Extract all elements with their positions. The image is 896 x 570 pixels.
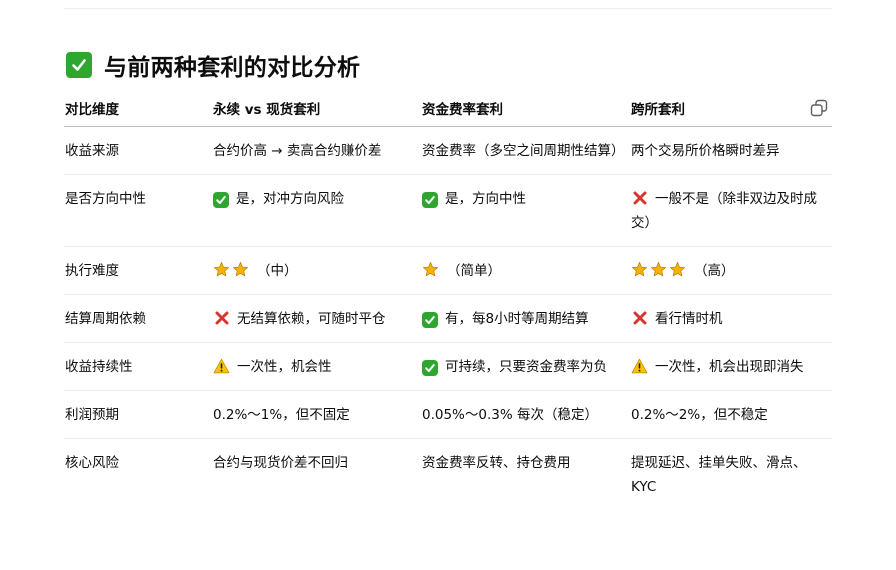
star-icon (631, 261, 648, 278)
cell-text: 无结算依赖，可随时平仓 (237, 311, 386, 327)
table-cell: 看行情时机 (631, 294, 832, 343)
star-rating (631, 261, 688, 278)
table-cell: （中） (213, 246, 422, 295)
comparison-table: 对比维度 永续 vs 现货套利 资金费率套利 跨所套利 收益来源 合约价高 → 卖… (64, 90, 832, 510)
cell-text: 0.2%～1%，但不固定 (213, 407, 350, 423)
warning-icon (213, 358, 230, 375)
cell-text: 可持续，只要资金费率为负 (445, 359, 607, 375)
cell-text: 看行情时机 (655, 311, 723, 327)
row-dimension: 核心风险 (65, 455, 119, 471)
page: 与前两种套利的对比分析 对比维度 永续 vs 现货套利 资金费率套利 跨所套利 … (0, 0, 896, 570)
table-header-row: 对比维度 永续 vs 现货套利 资金费率套利 跨所套利 (64, 90, 832, 127)
table-cell: 一次性，机会性 (213, 342, 422, 391)
star-icon (650, 261, 667, 278)
check-mark-icon (213, 192, 229, 208)
cell-text: 一次性，机会性 (237, 359, 332, 375)
row-dimension: 是否方向中性 (64, 174, 213, 247)
star-icon (669, 261, 686, 278)
table-cell: 无结算依赖，可随时平仓 (213, 294, 422, 343)
table-cell: 可持续，只要资金费率为负 (422, 342, 631, 391)
table-cell: 提现延迟、挂单失败、滑点、KYC (631, 439, 832, 511)
section-title: 与前两种套利的对比分析 (104, 55, 361, 81)
cell-text: （中） (257, 263, 298, 279)
star-icon (422, 261, 439, 278)
cell-text: 两个交易所价格瞬时差异 (631, 143, 780, 159)
cross-mark-icon (631, 190, 648, 207)
star-icon (213, 261, 230, 278)
check-mark-icon (422, 360, 438, 376)
table-row: 核心风险 合约与现货价差不回归 资金费率反转、持仓费用 提现延迟、挂单失败、滑点、KY… (64, 439, 832, 511)
cell-text: （高） (694, 263, 735, 279)
table-cell: 0.2%～2%，但不稳定 (631, 390, 832, 439)
column-header: 资金费率套利 (422, 90, 631, 127)
check-mark-icon (422, 312, 438, 328)
cell-text: 一般不是（除非双边及时成交） (631, 191, 817, 231)
row-dimension: 利润预期 (64, 390, 213, 439)
star-rating (422, 261, 441, 278)
cell-text: 资金费率（多空之间周期性结算） (422, 143, 625, 159)
cell-text: 有，每8小时等周期结算 (445, 311, 589, 327)
cell-text: 提现延迟、挂单失败、滑点、KYC (631, 455, 807, 495)
table-cell: 资金费率反转、持仓费用 (422, 439, 631, 511)
table-row: 利润预期 0.2%～1%，但不固定 0.05%～0.3% 每次（稳定） 0.2%～2%… (64, 390, 832, 439)
table-row: 收益持续性 一次性，机会性 可持续，只要资金费率为负 一次性，机会出现即消失 (64, 342, 832, 391)
star-rating (213, 261, 251, 278)
cell-text: 是，对冲方向风险 (236, 191, 344, 207)
cell-text: 0.05%～0.3% 每次（稳定） (422, 407, 598, 423)
check-mark-icon (422, 192, 438, 208)
section-heading: 与前两种套利的对比分析 (66, 48, 360, 82)
table-cell: 一次性，机会出现即消失 (631, 342, 832, 391)
column-header: 跨所套利 (631, 90, 832, 127)
divider (64, 8, 832, 9)
table-cell: 0.2%～1%，但不固定 (213, 390, 422, 439)
table-cell: 一般不是（除非双边及时成交） (631, 174, 832, 247)
cross-mark-icon (631, 310, 648, 327)
row-dimension: 结算周期依赖 (64, 294, 213, 343)
table-cell: 是，对冲方向风险 (213, 174, 422, 247)
warning-icon (631, 358, 648, 375)
table-cell: 0.05%～0.3% 每次（稳定） (422, 390, 631, 439)
star-icon (232, 261, 249, 278)
table-row: 执行难度 （中） （简单） （高） (64, 246, 832, 295)
table-cell: （高） (631, 246, 832, 295)
cell-text: 0.2%～2%，但不稳定 (631, 407, 768, 423)
cell-text: 资金费率反转、持仓费用 (422, 455, 571, 471)
table-cell: 资金费率（多空之间周期性结算） (422, 126, 631, 175)
table-cell: 两个交易所价格瞬时差异 (631, 126, 832, 175)
table-row: 是否方向中性 是，对冲方向风险 是，方向中性 一般不是（除非双边及时成交） (64, 174, 832, 247)
table-cell: 合约与现货价差不回归 (213, 439, 422, 511)
column-header: 永续 vs 现货套利 (213, 90, 422, 127)
table-cell: 合约价高 → 卖高合约赚价差 (213, 126, 422, 175)
cell-text: 合约与现货价差不回归 (213, 455, 348, 471)
cell-text: 一次性，机会出现即消失 (655, 359, 804, 375)
cell-text: （简单） (447, 263, 501, 279)
row-dimension: 执行难度 (64, 246, 213, 295)
table-row: 结算周期依赖 无结算依赖，可随时平仓 有，每8小时等周期结算 看行情时机 (64, 294, 832, 343)
row-dimension: 收益持续性 (64, 342, 213, 391)
cell-text: 是，方向中性 (445, 191, 526, 207)
table-cell: （简单） (422, 246, 631, 295)
column-header: 对比维度 (64, 90, 213, 127)
row-dimension: 收益来源 (64, 126, 213, 175)
table-cell: 有，每8小时等周期结算 (422, 294, 631, 343)
check-mark-icon (66, 52, 92, 78)
table-row: 收益来源 合约价高 → 卖高合约赚价差 资金费率（多空之间周期性结算） 两个交易所价格… (64, 126, 832, 175)
table-cell: 是，方向中性 (422, 174, 631, 247)
cross-mark-icon (213, 310, 230, 327)
cell-text: 合约价高 → 卖高合约赚价差 (213, 143, 382, 159)
